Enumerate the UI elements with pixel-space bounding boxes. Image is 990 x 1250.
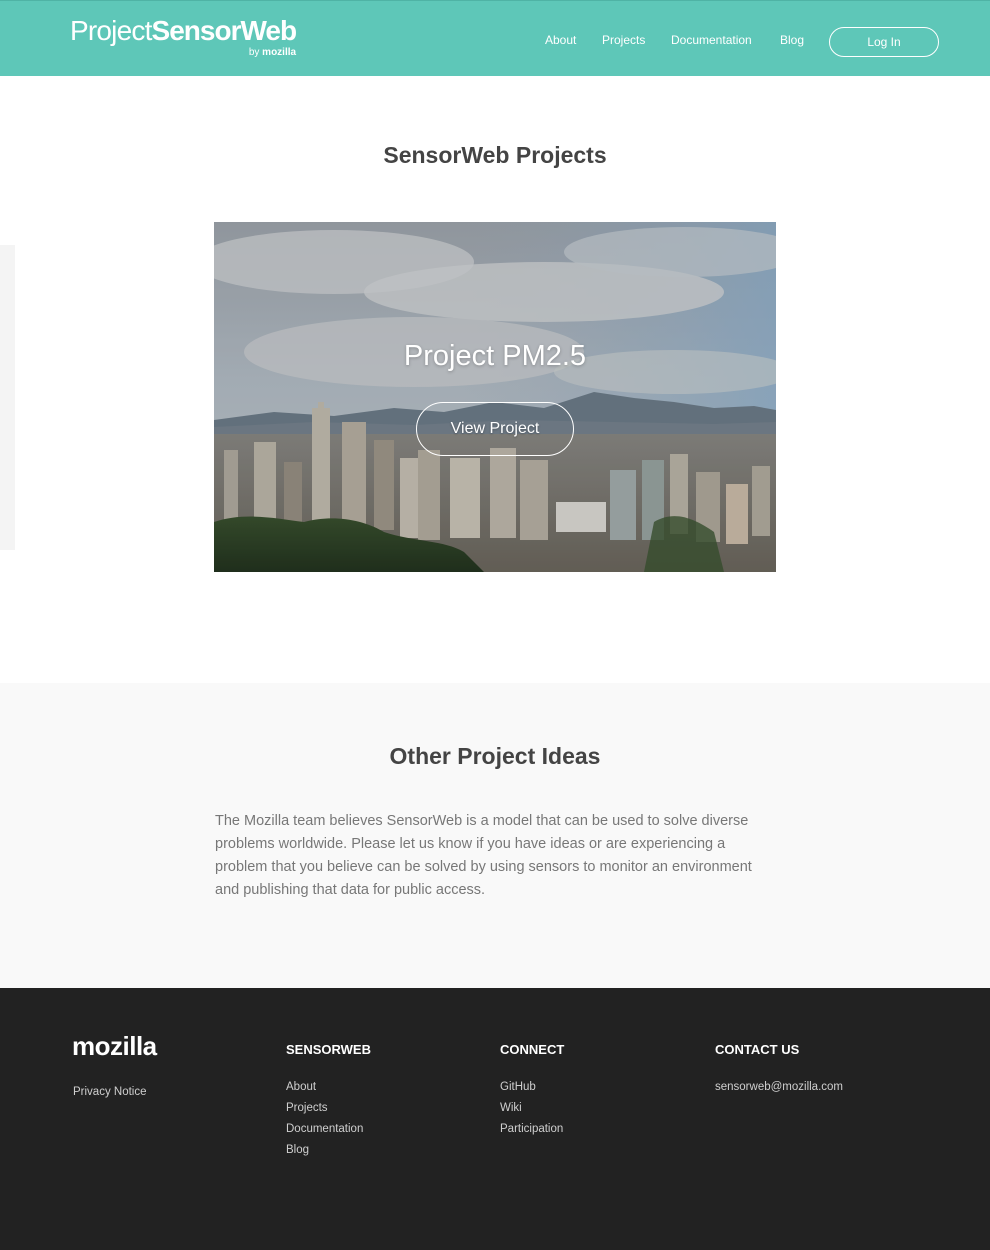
footer-heading-connect: CONNECT xyxy=(500,1042,565,1057)
footer-col-contact: CONTACT US sensorweb@mozilla.com xyxy=(715,1042,843,1098)
other-ideas-body: The Mozilla team believes SensorWeb is a… xyxy=(215,813,752,898)
site-logo[interactable]: ProjectSensorWeb by mozilla xyxy=(70,15,298,58)
project-card-title: Project PM2.5 xyxy=(403,340,587,372)
city-skyline-image xyxy=(214,222,776,572)
login-button[interactable]: Log In xyxy=(829,27,939,57)
logo-byline: by mozilla xyxy=(249,48,296,58)
mozilla-logo[interactable]: mozilla xyxy=(72,1033,157,1059)
site-header: ProjectSensorWeb by mozilla About Projec… xyxy=(0,0,990,76)
footer-link-wiki[interactable]: Wiki xyxy=(500,1098,564,1119)
projects-heading: SensorWeb Projects xyxy=(383,142,607,168)
footer-col-connect: CONNECT GitHub Wiki Participation xyxy=(500,1042,564,1140)
footer-brand-links: Privacy Notice xyxy=(73,1082,147,1103)
footer-col-sensorweb: SENSORWEB About Projects Documentation B… xyxy=(286,1042,371,1161)
nav-about[interactable]: About xyxy=(545,33,576,47)
logo-by-text: by xyxy=(248,47,260,58)
footer-heading-sensorweb: SENSORWEB xyxy=(286,1042,371,1057)
footer-link-blog[interactable]: Blog xyxy=(286,1140,371,1161)
footer-link-participation[interactable]: Participation xyxy=(500,1119,564,1140)
footer-link-github[interactable]: GitHub xyxy=(500,1077,564,1098)
privacy-notice-link[interactable]: Privacy Notice xyxy=(73,1082,147,1103)
project-card[interactable]: Project PM2.5 View Project xyxy=(214,222,776,572)
footer-link-projects[interactable]: Projects xyxy=(286,1098,371,1119)
nav-blog[interactable]: Blog xyxy=(780,33,804,47)
logo-word-project: Project xyxy=(70,15,152,46)
site-footer: mozilla Privacy Notice SENSORWEB About P… xyxy=(0,988,990,1250)
footer-heading-contact: CONTACT US xyxy=(715,1042,800,1057)
other-ideas-heading: Other Project Ideas xyxy=(389,743,601,769)
view-project-button[interactable]: View Project xyxy=(416,402,574,456)
side-strip xyxy=(0,245,15,550)
footer-contact-email[interactable]: sensorweb@mozilla.com xyxy=(715,1077,843,1098)
footer-link-documentation[interactable]: Documentation xyxy=(286,1119,371,1140)
footer-link-about[interactable]: About xyxy=(286,1077,371,1098)
logo-by-brand: mozilla xyxy=(262,47,297,58)
logo-word-sensorweb: SensorWeb xyxy=(151,15,298,46)
nav-projects[interactable]: Projects xyxy=(602,33,645,47)
other-ideas-section: Other Project Ideas The Mozilla team bel… xyxy=(0,683,990,988)
nav-documentation[interactable]: Documentation xyxy=(671,33,752,47)
